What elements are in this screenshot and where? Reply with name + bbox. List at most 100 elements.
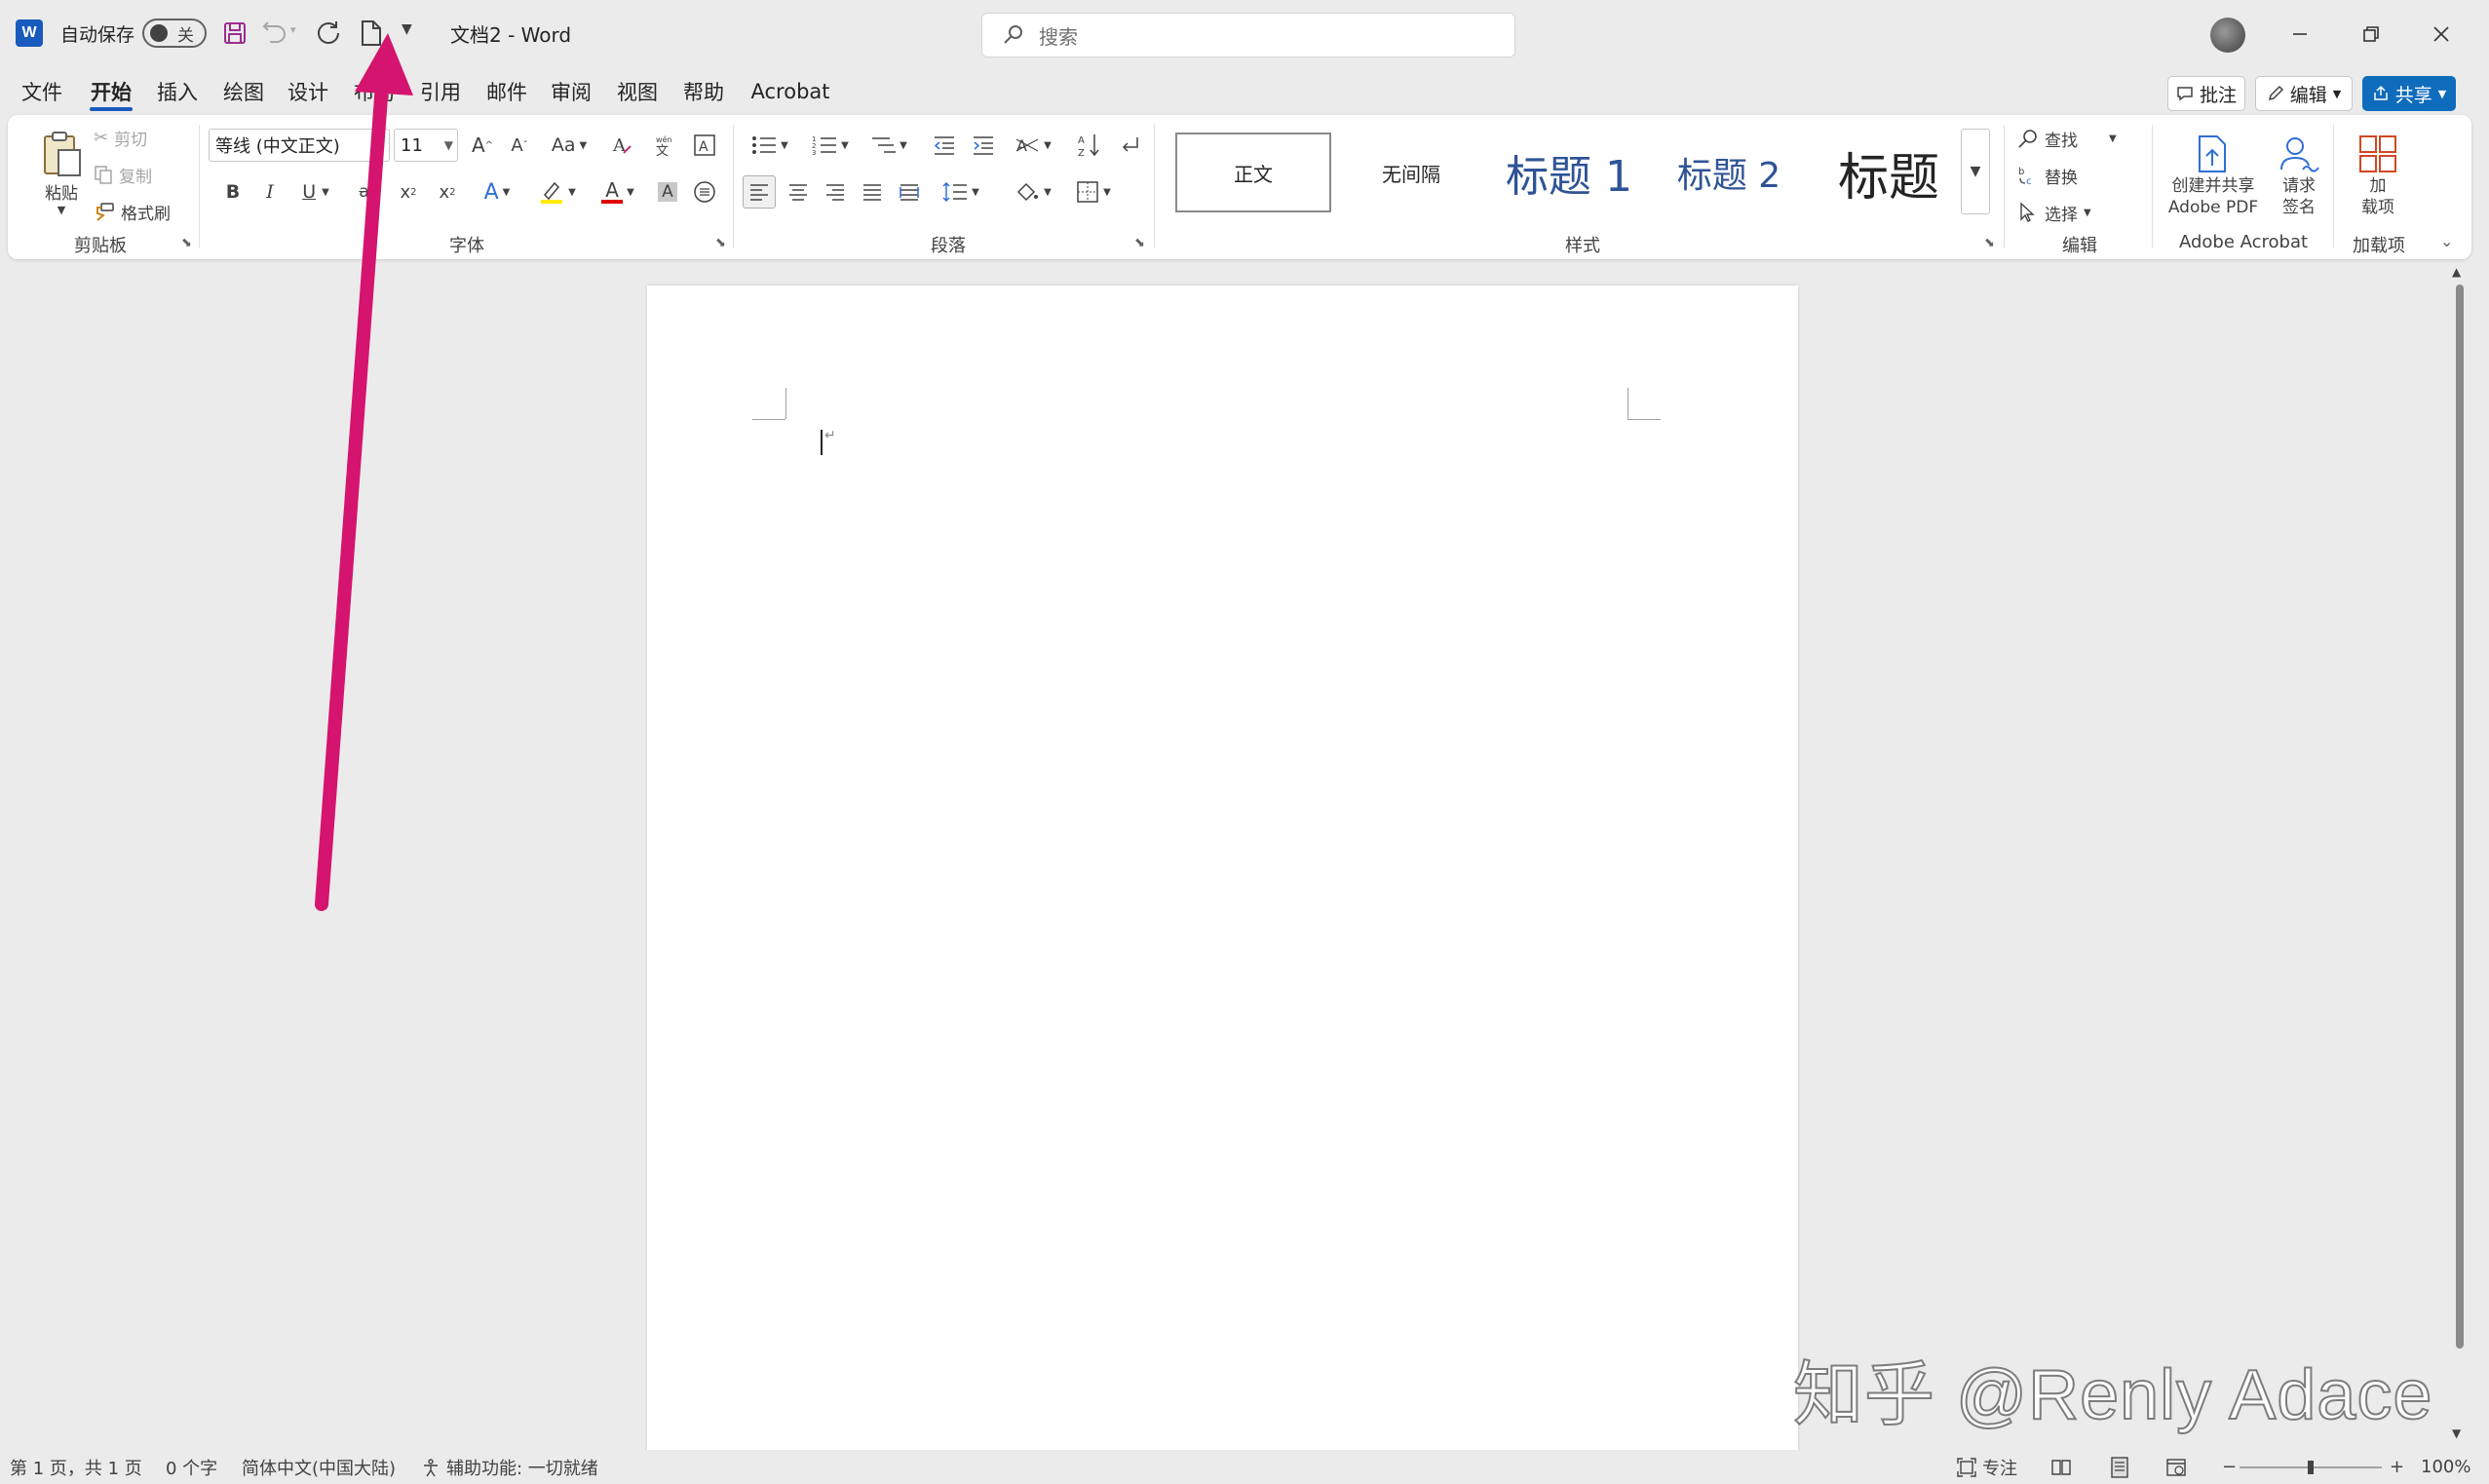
minimize-icon[interactable] xyxy=(2278,12,2322,57)
tab-review[interactable]: 审阅 xyxy=(546,74,596,109)
copy-button[interactable]: 复制 xyxy=(94,160,152,189)
borders-button[interactable]: ▼ xyxy=(1066,175,1121,209)
create-share-pdf-button[interactable]: 创建并共享 Adobe PDF xyxy=(2160,123,2267,228)
scroll-thumb[interactable] xyxy=(2456,285,2464,1349)
scroll-up-icon[interactable]: ▲ xyxy=(2452,265,2461,279)
collapse-ribbon-icon[interactable]: ⌄ xyxy=(2440,232,2453,250)
chinese-layout-button[interactable]: A ▼ xyxy=(1006,129,1060,162)
show-formatting-marks-icon[interactable] xyxy=(1113,129,1146,162)
cut-button[interactable]: ✂ 剪切 xyxy=(94,123,147,152)
underline-button[interactable]: U ▼ xyxy=(292,175,339,209)
highlight-button[interactable]: ▼ xyxy=(530,175,585,209)
paragraph-launcher-icon[interactable]: ⬊ xyxy=(1134,236,1145,250)
account-avatar[interactable] xyxy=(2210,18,2245,53)
font-name-box[interactable]: 等线 (中文正文) ▼ xyxy=(209,129,390,162)
vertical-scrollbar[interactable]: ▲ ▼ xyxy=(2450,263,2470,1452)
format-painter-button[interactable]: 格式刷 xyxy=(94,197,171,226)
tab-help[interactable]: 帮助 xyxy=(678,74,729,109)
tab-layout[interactable]: 布局 xyxy=(349,74,400,109)
new-document-icon[interactable] xyxy=(355,17,388,50)
justify-icon[interactable] xyxy=(856,175,889,209)
shrink-font-button[interactable]: Aˇ xyxy=(503,129,536,162)
text-effects-button[interactable]: A ▼ xyxy=(472,175,522,209)
italic-button[interactable]: I xyxy=(255,175,285,209)
bold-button[interactable]: B xyxy=(218,175,248,209)
change-case-button[interactable]: Aa ▼ xyxy=(542,129,596,162)
share-button[interactable]: 共享 ▼ xyxy=(2362,76,2456,111)
save-icon[interactable] xyxy=(218,17,251,50)
increase-indent-icon[interactable] xyxy=(967,129,1000,162)
line-spacing-button[interactable]: ▼ xyxy=(934,175,988,209)
align-left-icon[interactable] xyxy=(743,175,776,209)
font-color-button[interactable]: A ▼ xyxy=(591,175,645,209)
zoom-slider[interactable] xyxy=(2238,1450,2384,1484)
styles-launcher-icon[interactable]: ⬊ xyxy=(1984,236,1995,250)
style-normal[interactable]: 正文 xyxy=(1175,133,1331,212)
style-heading-1[interactable]: 标题 1 xyxy=(1491,133,1647,212)
find-button[interactable]: 查找 ▼ xyxy=(2017,123,2117,154)
page-count[interactable]: 第 1 页，共 1 页 xyxy=(10,1450,142,1484)
superscript-button[interactable]: x2 xyxy=(431,175,464,209)
language-indicator[interactable]: 简体中文(中国大陆) xyxy=(242,1450,396,1484)
tab-insert[interactable]: 插入 xyxy=(152,74,203,109)
word-count[interactable]: 0 个字 xyxy=(166,1450,217,1484)
character-border-icon[interactable]: A xyxy=(688,129,721,162)
print-layout-icon[interactable] xyxy=(2109,1450,2130,1484)
tab-file[interactable]: 文件 xyxy=(18,74,66,109)
read-mode-icon[interactable] xyxy=(2050,1450,2072,1484)
tab-draw[interactable]: 绘图 xyxy=(218,74,269,109)
clear-formatting-icon[interactable]: A xyxy=(606,129,639,162)
search-box[interactable]: 搜索 xyxy=(981,13,1515,57)
tab-view[interactable]: 视图 xyxy=(612,74,663,109)
shading-button[interactable]: ▼ xyxy=(1006,175,1060,209)
sort-icon[interactable]: AZ xyxy=(1072,129,1105,162)
tab-mailings[interactable]: 邮件 xyxy=(481,74,532,109)
styles-gallery-more-icon[interactable]: ▼ xyxy=(1961,129,1990,214)
align-center-icon[interactable] xyxy=(782,175,815,209)
numbering-button[interactable]: 123 ▼ xyxy=(803,129,858,162)
redo-icon[interactable] xyxy=(312,17,345,50)
phonetic-guide-icon[interactable]: wén 文 xyxy=(647,129,680,162)
comments-button[interactable]: 批注 xyxy=(2167,76,2245,111)
undo-icon[interactable] xyxy=(259,17,292,50)
strikethrough-button[interactable]: ab xyxy=(353,175,386,209)
clipboard-launcher-icon[interactable]: ⬊ xyxy=(181,236,192,250)
zoom-in-button[interactable]: + xyxy=(2390,1450,2404,1484)
paste-button[interactable]: 粘贴 ▼ xyxy=(27,123,96,224)
multilevel-list-button[interactable]: ▼ xyxy=(862,129,916,162)
tab-home[interactable]: 开始 xyxy=(86,74,136,111)
replace-button[interactable]: bc 替换 xyxy=(2017,160,2078,191)
web-layout-icon[interactable] xyxy=(2165,1450,2187,1484)
restore-icon[interactable] xyxy=(2349,12,2393,57)
font-size-box[interactable]: 11 ▼ xyxy=(394,129,458,162)
autosave-toggle[interactable]: 关 xyxy=(142,19,207,48)
style-heading-2[interactable]: 标题 2 xyxy=(1651,133,1807,212)
accessibility-checker[interactable]: 辅助功能: 一切就绪 xyxy=(421,1450,598,1484)
zoom-level[interactable]: 100% xyxy=(2421,1450,2470,1484)
style-title[interactable]: 标题 xyxy=(1811,133,1967,212)
select-button[interactable]: 选择 ▼ xyxy=(2017,197,2091,228)
zoom-out-button[interactable]: − xyxy=(2222,1450,2237,1484)
distributed-icon[interactable] xyxy=(893,175,926,209)
scroll-down-icon[interactable]: ▼ xyxy=(2452,1427,2461,1440)
bullets-button[interactable]: ▼ xyxy=(743,129,797,162)
tab-design[interactable]: 设计 xyxy=(283,74,333,109)
editing-mode-button[interactable]: 编辑 ▼ xyxy=(2255,76,2353,111)
customize-quick-access-icon[interactable]: ▼ xyxy=(402,21,412,37)
decrease-indent-icon[interactable] xyxy=(928,129,961,162)
close-icon[interactable] xyxy=(2419,12,2464,57)
document-page[interactable]: ↵ xyxy=(647,285,1798,1452)
style-no-spacing[interactable]: 无间隔 xyxy=(1333,133,1489,212)
request-signature-button[interactable]: 请求 签名 xyxy=(2269,123,2329,228)
tab-references[interactable]: 引用 xyxy=(415,74,466,109)
enclose-characters-icon[interactable] xyxy=(688,175,721,209)
align-right-icon[interactable] xyxy=(819,175,852,209)
character-shading-button[interactable]: A xyxy=(653,175,682,209)
subscript-button[interactable]: x2 xyxy=(392,175,425,209)
focus-mode-button[interactable]: 专注 xyxy=(1957,1450,2017,1484)
grow-font-button[interactable]: A ^ xyxy=(466,129,499,162)
undo-dropdown-icon[interactable]: ▾ xyxy=(290,23,296,36)
tab-acrobat[interactable]: Acrobat xyxy=(747,74,834,109)
add-ins-button[interactable]: 加 载项 xyxy=(2339,123,2417,228)
zoom-slider-thumb[interactable] xyxy=(2308,1460,2314,1474)
